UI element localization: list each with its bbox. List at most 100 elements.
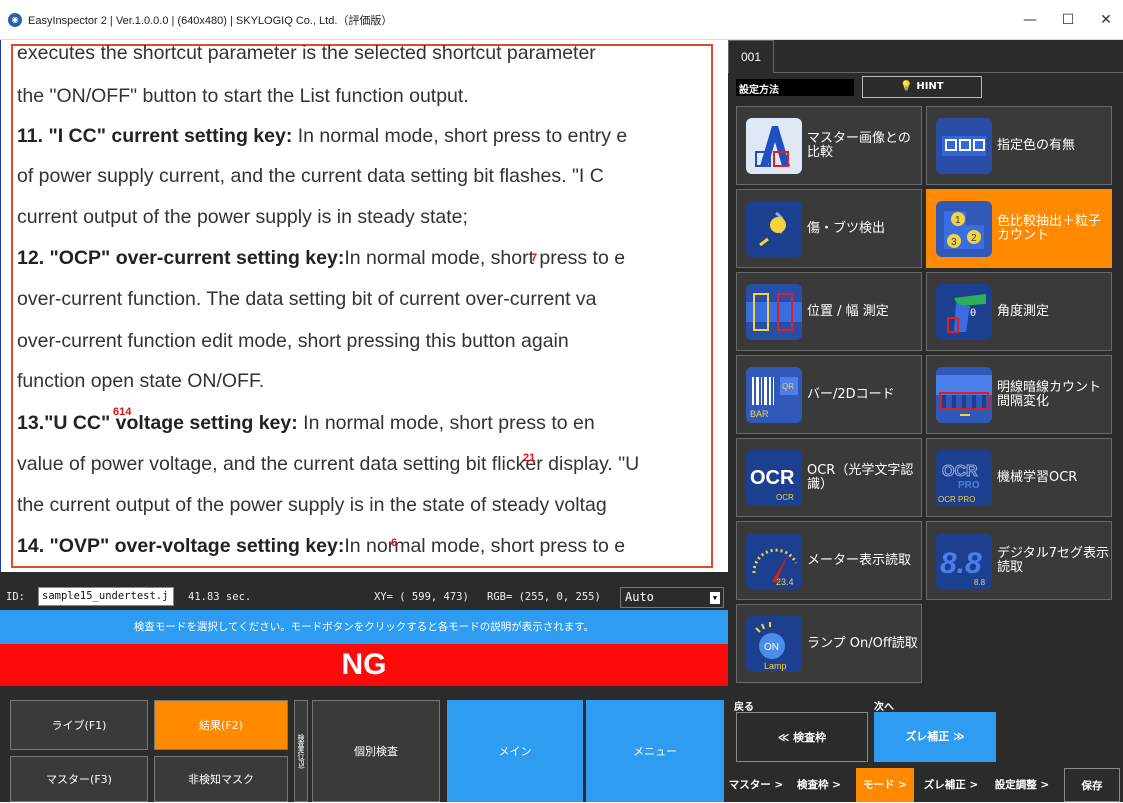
doc-line: value of power voltage, and the current … bbox=[17, 453, 640, 475]
bottom-controls: ライブ(F1) 結果(F2) マスター(F3) 非検知マスク 検査実行(F5) … bbox=[0, 686, 728, 802]
individual-inspection-button[interactable]: 個別検査 bbox=[312, 700, 440, 802]
status-info-bar: ID: sample15_undertest.j 41.83 sec. XY= … bbox=[0, 584, 728, 610]
back-button[interactable]: ≪ 検査枠 bbox=[736, 712, 868, 762]
doc-line: of power supply current, and the current… bbox=[17, 165, 604, 187]
inspection-image[interactable]: executes the shortcut parameter is the s… bbox=[0, 40, 728, 572]
lamp-on-label: ON bbox=[764, 642, 779, 653]
mode-label: 明線暗線カウント間隔変化 bbox=[997, 379, 1102, 409]
master-compare-icon bbox=[746, 118, 802, 174]
crumb-mode[interactable]: モード > bbox=[856, 768, 914, 802]
crumb-master[interactable]: マスター > bbox=[728, 768, 784, 802]
rgb-readout: RGB= (255, 0, 255) bbox=[487, 591, 601, 603]
mode-ml-ocr[interactable]: OCR PRO OCR PRO 機械学習OCR bbox=[926, 438, 1112, 517]
mode-label: 機械学習OCR bbox=[997, 469, 1078, 485]
mode-ocr[interactable]: OCR OCR OCR（光学文字認識） bbox=[736, 438, 922, 517]
tab-001[interactable]: 001 bbox=[728, 40, 774, 73]
save-button[interactable]: 保存 bbox=[1064, 768, 1120, 802]
mode-label: マスター画像との比較 bbox=[807, 130, 911, 160]
mode-label: OCR（光学文字認識） bbox=[807, 462, 914, 492]
mode-master-compare[interactable]: マスター画像との比較 bbox=[736, 106, 922, 185]
defect-mark: 6 bbox=[391, 537, 398, 549]
svg-text:1: 1 bbox=[955, 215, 961, 226]
lamp-icon: ON Lamp bbox=[746, 616, 802, 672]
doc-line: 13."U CC" voltage setting key: In normal… bbox=[17, 412, 595, 434]
result-button[interactable]: 結果(F2) bbox=[154, 700, 288, 750]
pro-label: PRO bbox=[958, 480, 980, 491]
crumb-frame[interactable]: 検査枠 > bbox=[788, 768, 850, 802]
window-title: EasyInspector 2 | Ver.1.0.0.0 | (640x480… bbox=[28, 15, 393, 27]
barcode-icon: QR BAR bbox=[746, 367, 802, 423]
position-width-icon bbox=[746, 284, 802, 340]
mode-barcode[interactable]: QR BAR バー/2Dコード bbox=[736, 355, 922, 434]
mode-angle-measure[interactable]: θ 角度測定 bbox=[926, 272, 1112, 351]
doc-line: over-current function. The data setting … bbox=[17, 288, 597, 310]
title-bar: ◉ EasyInspector 2 | Ver.1.0.0.0 | (640x4… bbox=[0, 0, 1123, 40]
mode-lamp[interactable]: ON Lamp ランプ On/Off読取 bbox=[736, 604, 922, 683]
mode-scratch-detect[interactable]: 傷・ブツ検出 bbox=[736, 189, 922, 268]
mode-label: デジタル7セグ表示読取 bbox=[997, 545, 1110, 575]
defect-mark: 21 bbox=[523, 452, 536, 464]
lightbulb-icon: 💡 bbox=[900, 81, 913, 92]
theta-label: θ bbox=[970, 308, 976, 319]
lamp-label: Lamp bbox=[764, 661, 787, 671]
crumb-adjust[interactable]: 設定調整 > bbox=[986, 768, 1058, 802]
next-button[interactable]: ズレ補正 ≫ bbox=[874, 712, 996, 762]
scratch-detect-icon bbox=[746, 201, 802, 257]
app-logo-icon: ◉ bbox=[8, 13, 22, 27]
line-count-icon bbox=[936, 367, 992, 423]
ml-ocr-icon: OCR PRO OCR PRO bbox=[936, 450, 992, 506]
divider bbox=[774, 72, 1123, 73]
defect-mark: 7 bbox=[531, 252, 538, 264]
crumb-offset[interactable]: ズレ補正 > bbox=[918, 768, 984, 802]
menu-button[interactable]: メニュー bbox=[586, 700, 724, 802]
doc-line: the current output of the power supply i… bbox=[17, 494, 607, 516]
ocr-small-label: OCR bbox=[776, 493, 794, 502]
non-detect-mask-button[interactable]: 非検知マスク bbox=[154, 756, 288, 802]
maximize-button[interactable]: ☐ bbox=[1053, 8, 1083, 32]
doc-line: current output of the power supply is in… bbox=[17, 206, 468, 228]
mode-label: 位置 / 幅 測定 bbox=[807, 303, 889, 319]
close-button[interactable]: ✕ bbox=[1091, 8, 1121, 32]
doc-line: 11. "I CC" current setting key: In norma… bbox=[17, 125, 628, 147]
mode-line-count[interactable]: 明線暗線カウント間隔変化 bbox=[926, 355, 1112, 434]
seg-small-label: 8.8 bbox=[974, 578, 986, 587]
mode-label: 傷・ブツ検出 bbox=[807, 220, 886, 236]
id-label: ID: bbox=[6, 591, 25, 603]
angle-measure-icon: θ bbox=[936, 284, 992, 340]
run-inspection-button[interactable]: 検査実行(F5) bbox=[294, 700, 308, 802]
meter-value-label: 23.4 bbox=[776, 577, 794, 587]
mode-select-value: Auto bbox=[625, 590, 654, 604]
mode-select[interactable]: Auto ▼ bbox=[620, 587, 724, 608]
doc-line: 14. "OVP" over-voltage setting key:In no… bbox=[17, 535, 626, 557]
mode-label: 色比較抽出＋粒子カウント bbox=[997, 213, 1102, 243]
mode-meter[interactable]: 23.4 メーター表示読取 bbox=[736, 521, 922, 600]
back-label: 戻る bbox=[734, 702, 754, 713]
ocr-pro-label: OCR PRO bbox=[938, 495, 975, 504]
mode-position-width[interactable]: 位置 / 幅 測定 bbox=[736, 272, 922, 351]
qr-label: QR bbox=[782, 382, 794, 391]
step-breadcrumb: マスター > 検査枠 > モード > ズレ補正 > 設定調整 > 保存 bbox=[728, 768, 1123, 802]
elapsed-time: 41.83 sec. bbox=[188, 591, 252, 603]
meter-icon: 23.4 bbox=[746, 533, 802, 589]
color-presence-icon bbox=[936, 118, 992, 174]
main-button[interactable]: メイン bbox=[447, 700, 583, 802]
master-button[interactable]: マスター(F3) bbox=[10, 756, 148, 802]
mode-color-presence[interactable]: 指定色の有無 bbox=[926, 106, 1112, 185]
next-label: 次へ bbox=[874, 702, 894, 713]
hint-button[interactable]: 💡 HINT bbox=[862, 76, 982, 98]
mode-label: バー/2Dコード bbox=[807, 386, 895, 402]
live-button[interactable]: ライブ(F1) bbox=[10, 700, 148, 750]
doc-line: executes the shortcut parameter is the s… bbox=[17, 42, 596, 64]
chevron-down-icon[interactable]: ▼ bbox=[710, 592, 720, 604]
mode-label: メーター表示読取 bbox=[807, 552, 912, 568]
doc-line: the "ON/OFF" button to start the List fu… bbox=[17, 85, 469, 107]
mode-seven-seg[interactable]: 8.8 8.8 デジタル7セグ表示読取 bbox=[926, 521, 1112, 600]
defect-mark: 614 bbox=[113, 406, 132, 418]
seg-big-label: 8.8 bbox=[940, 547, 982, 580]
svg-text:2: 2 bbox=[971, 233, 977, 244]
id-field[interactable]: sample15_undertest.j bbox=[38, 587, 174, 606]
result-banner: NG bbox=[0, 644, 728, 686]
mode-particle-count[interactable]: 1 3 2 色比較抽出＋粒子カウント bbox=[926, 189, 1112, 268]
guide-message: 検査モードを選択してください。モードボタンをクリックすると各モードの説明が表示さ… bbox=[0, 610, 728, 644]
minimize-button[interactable]: — bbox=[1015, 8, 1045, 32]
